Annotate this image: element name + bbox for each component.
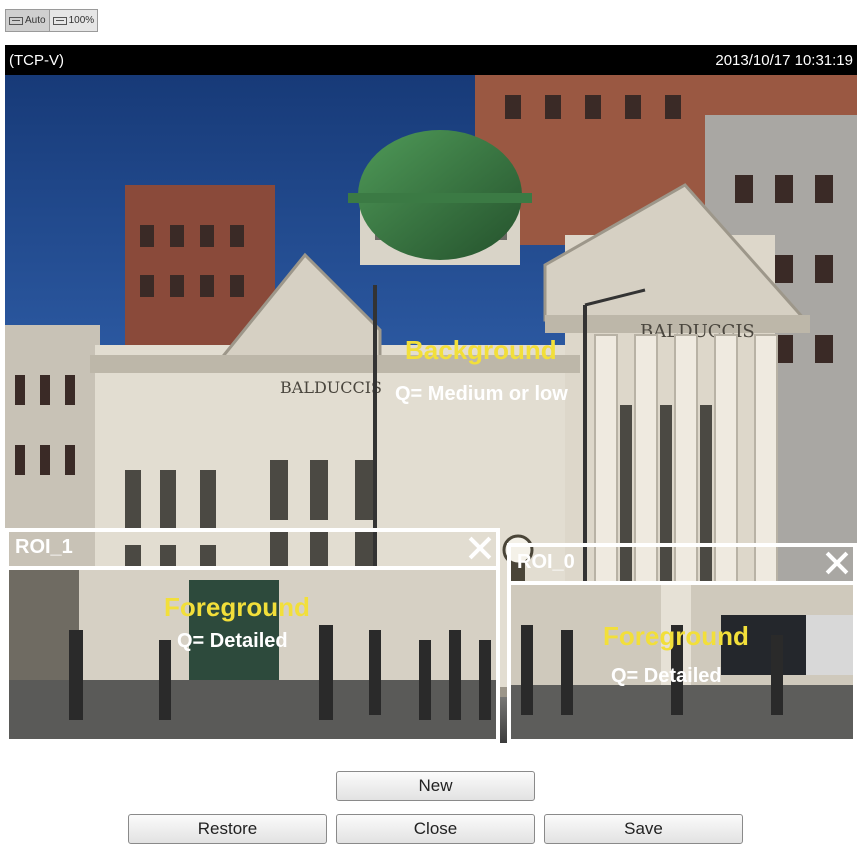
background-quality: Q= Medium or low [395, 383, 568, 405]
roi-window-0[interactable]: ROI_0 Foreground Q= Detailed [507, 543, 857, 743]
roi-header[interactable]: ROI_1 [9, 532, 496, 570]
zoom-auto-button[interactable]: Auto [6, 10, 50, 31]
close-button[interactable]: Close [336, 814, 535, 844]
foreground-quality: Q= Detailed [611, 665, 722, 687]
foreground-title: Foreground [603, 621, 749, 651]
roi-header[interactable]: ROI_0 [511, 547, 853, 585]
stream-protocol: (TCP-V) [9, 51, 64, 69]
fit-width-icon [9, 16, 23, 25]
foreground-title: Foreground [164, 592, 310, 622]
zoom-toggle-group: Auto 100% [5, 9, 99, 32]
video-status-bar: (TCP-V) 2013/10/17 10:31:19 [5, 45, 857, 75]
foreground-quality: Q= Detailed [177, 630, 288, 652]
roi-window-1[interactable]: ROI_1 Foreground Q= Detailed [5, 528, 500, 743]
close-icon[interactable] [823, 549, 849, 575]
video-timestamp: 2013/10/17 10:31:19 [715, 51, 853, 69]
zoom-auto-label: Auto [25, 15, 46, 26]
restore-button[interactable]: Restore [128, 814, 327, 844]
save-button[interactable]: Save [544, 814, 743, 844]
background-title: Background [405, 335, 557, 365]
close-icon[interactable] [466, 534, 492, 560]
building-sign-left: BALDUCCIS [280, 378, 382, 397]
live-video-viewer[interactable]: (TCP-V) 2013/10/17 10:31:19 BALDUCCIS BA… [5, 45, 857, 743]
roi-0-scene [511, 585, 853, 739]
zoom-100-label: 100% [68, 15, 95, 26]
new-button[interactable]: New [336, 771, 535, 801]
actual-size-icon [52, 16, 67, 25]
roi-label: ROI_0 [517, 551, 575, 573]
zoom-100-button[interactable]: 100% [50, 10, 98, 31]
roi-label: ROI_1 [15, 536, 73, 558]
